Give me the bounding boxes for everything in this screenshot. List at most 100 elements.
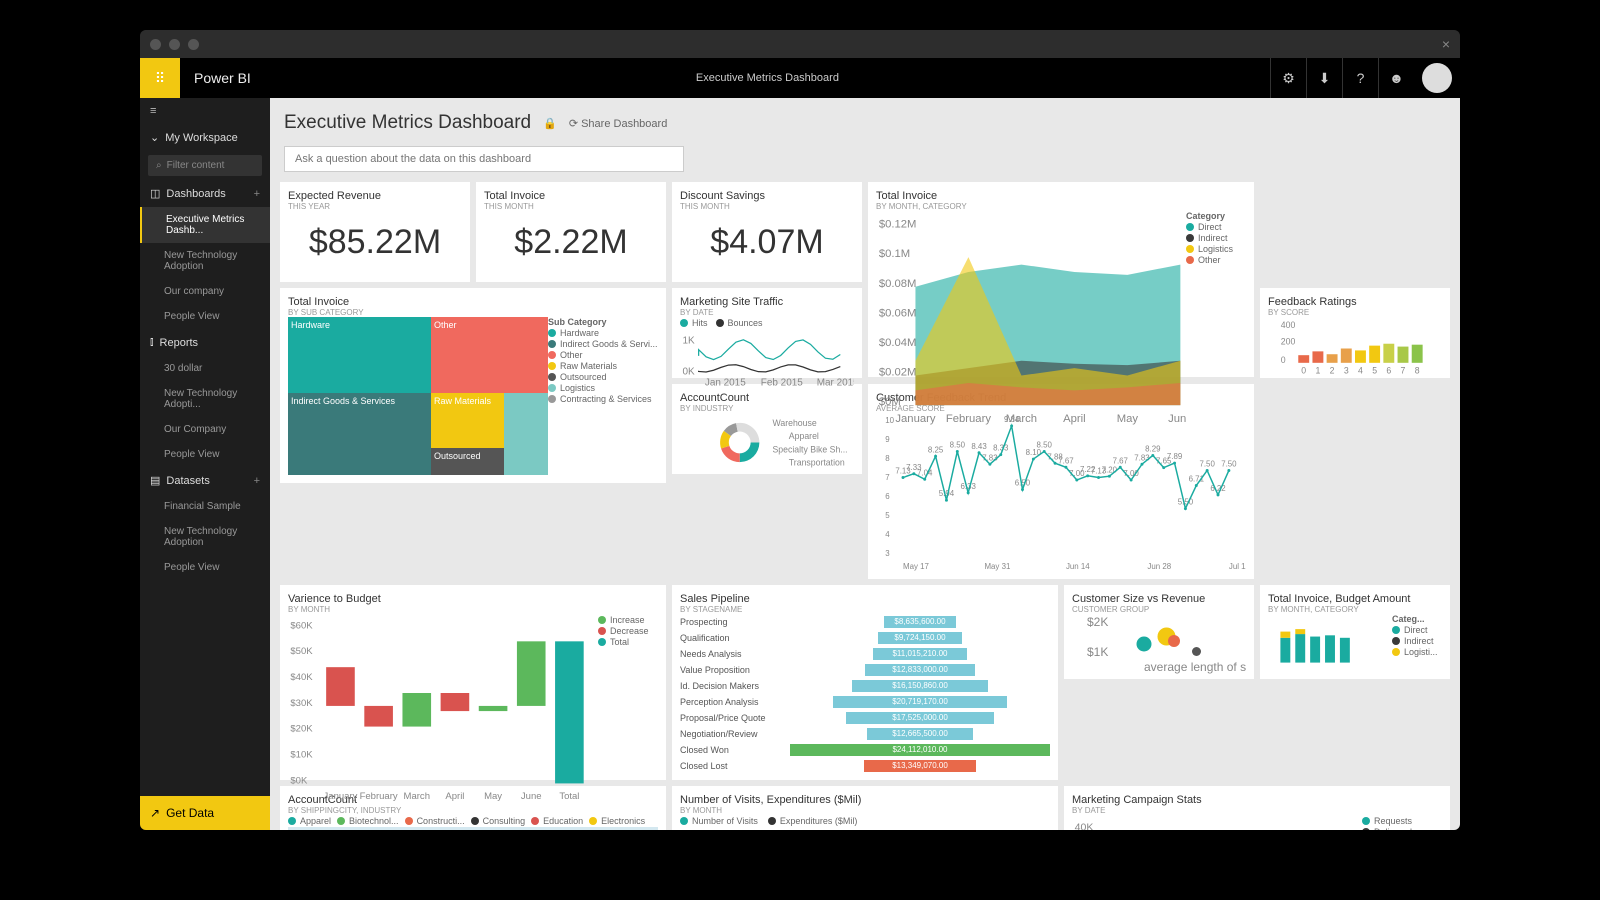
- svg-text:7: 7: [885, 473, 889, 482]
- close-icon[interactable]: ×: [1442, 36, 1450, 52]
- traffic-light[interactable]: [150, 39, 161, 50]
- svg-text:8.25: 8.25: [928, 445, 944, 454]
- filter-input[interactable]: ⌕Filter content: [148, 155, 262, 176]
- lock-icon: 🔒: [543, 117, 557, 130]
- map-chart: NORTHAMERICA EURO AFF AtlanticOcean ▶ bi…: [288, 827, 658, 830]
- tile-variance-budget[interactable]: Varience to Budget BY MONTH $0K$10K$20K$…: [280, 585, 666, 780]
- settings-icon[interactable]: ⚙: [1270, 58, 1306, 98]
- svg-text:7.50: 7.50: [1221, 460, 1237, 469]
- tile-account-donut[interactable]: AccountCount BY INDUSTRY WarehouseAppare…: [672, 384, 862, 474]
- add-icon[interactable]: +: [254, 475, 260, 487]
- tile-customer-size[interactable]: Customer Size vs Revenue CUSTOMER GROUP …: [1064, 585, 1254, 679]
- line-chart: 3456789107.137.337.048.255.948.506.338.4…: [876, 413, 1246, 571]
- svg-text:7: 7: [1401, 366, 1406, 376]
- get-data-button[interactable]: ↗ Get Data: [140, 796, 270, 830]
- tile-invoice-treemap[interactable]: Total Invoice BY SUB CATEGORY HardwareOt…: [280, 288, 666, 483]
- nav-toggle-icon[interactable]: ≡: [140, 98, 270, 124]
- traffic-light[interactable]: [188, 39, 199, 50]
- svg-text:6.22: 6.22: [1210, 484, 1225, 493]
- svg-text:$60K: $60K: [290, 620, 313, 631]
- add-icon[interactable]: +: [254, 188, 260, 200]
- sidebar-item-report[interactable]: 30 dollar: [140, 356, 270, 381]
- svg-text:8.29: 8.29: [1145, 444, 1161, 453]
- kpi-value: $4.07M: [710, 223, 823, 262]
- tile-visits-expenditures[interactable]: Number of Visits, Expenditures ($Mil) BY…: [672, 786, 1058, 830]
- sidebar-item-report[interactable]: Our Company: [140, 417, 270, 442]
- sidebar-item-dataset[interactable]: Financial Sample: [140, 494, 270, 519]
- svg-text:$10K: $10K: [290, 750, 313, 761]
- dashboards-section[interactable]: ◫ Dashboards+: [140, 180, 270, 207]
- sidebar-item-dashboard[interactable]: New Technology Adoption: [140, 243, 270, 279]
- svg-text:$0.1M: $0.1M: [879, 248, 910, 260]
- svg-text:3: 3: [1344, 366, 1349, 376]
- svg-text:Jan 2015: Jan 2015: [705, 378, 746, 389]
- svg-text:$30K: $30K: [290, 698, 313, 709]
- tile-invoice-budget[interactable]: Total Invoice, Budget Amount BY MONTH, C…: [1260, 585, 1450, 679]
- svg-text:May 17: May 17: [903, 562, 929, 571]
- bar-chart: [1268, 614, 1392, 674]
- line-chart: 1K0KJan 2015Feb 2015Mar 2015: [680, 329, 854, 389]
- svg-text:$40K: $40K: [290, 672, 313, 683]
- svg-text:$0.04M: $0.04M: [879, 337, 917, 349]
- datasets-section[interactable]: ▤ Datasets+: [140, 467, 270, 494]
- svg-text:9.84: 9.84: [1004, 415, 1020, 424]
- tile-site-traffic[interactable]: Marketing Site Traffic BY DATE HitsBounc…: [672, 288, 862, 378]
- svg-text:February: February: [360, 791, 398, 802]
- svg-text:March: March: [404, 791, 430, 802]
- svg-text:7.50: 7.50: [1199, 460, 1215, 469]
- sidebar-item-dashboard[interactable]: Our company: [140, 279, 270, 304]
- top-bar: ⠿ Power BI Executive Metrics Dashboard ⚙…: [140, 58, 1460, 98]
- download-icon[interactable]: ⬇: [1306, 58, 1342, 98]
- svg-text:400: 400: [1281, 320, 1296, 330]
- tile-sales-pipeline[interactable]: Sales Pipeline BY STAGENAME Prospecting$…: [672, 585, 1058, 780]
- svg-text:10: 10: [885, 416, 894, 425]
- area-chart: 0K10K20K30K40KMay 2015Jun 2015Jul 2015: [1072, 815, 1362, 830]
- svg-text:May 31: May 31: [984, 562, 1010, 571]
- svg-text:8: 8: [1415, 366, 1420, 376]
- legend: Sub Category HardwareIndirect Goods & Se…: [548, 317, 658, 475]
- app-logo-icon[interactable]: ⠿: [140, 58, 180, 98]
- tile-discount-savings[interactable]: Discount Savings THIS MONTH $4.07M: [672, 182, 862, 282]
- reports-section[interactable]: ⫾ Reports: [140, 329, 270, 356]
- sidebar-item-report[interactable]: People View: [140, 442, 270, 467]
- combo-chart: 0M0.2M0.4M0.6M0.8M$0K$0.5K$1K$1.5KFebrua…: [680, 827, 1050, 830]
- kpi-value: $85.22M: [309, 223, 441, 262]
- sidebar-item-report[interactable]: New Technology Adopti...: [140, 381, 270, 417]
- svg-text:6: 6: [885, 492, 890, 501]
- svg-text:$1K: $1K: [1087, 645, 1108, 659]
- sidebar-item-dataset[interactable]: New Technology Adoption: [140, 519, 270, 555]
- tile-total-invoice[interactable]: Total Invoice THIS MONTH $2.22M: [476, 182, 666, 282]
- svg-text:Specialty Bike Sh...: Specialty Bike Sh...: [772, 444, 847, 454]
- svg-text:3: 3: [885, 549, 890, 558]
- svg-text:0: 0: [1301, 366, 1306, 376]
- feedback-icon[interactable]: ☻: [1378, 58, 1414, 98]
- sidebar-item-dashboard[interactable]: People View: [140, 304, 270, 329]
- kpi-value: $2.22M: [514, 223, 627, 262]
- svg-text:9: 9: [885, 435, 890, 444]
- share-button[interactable]: ⟳ Share Dashboard: [569, 117, 668, 130]
- svg-text:June: June: [521, 791, 542, 802]
- tile-feedback-ratings[interactable]: Feedback Ratings BY SCORE 40020000123456…: [1260, 288, 1450, 378]
- tile-campaign-stats[interactable]: Marketing Campaign Stats BY DATE 0K10K20…: [1064, 786, 1450, 830]
- traffic-light[interactable]: [169, 39, 180, 50]
- svg-text:Apparel: Apparel: [789, 431, 819, 441]
- svg-text:1: 1: [1315, 366, 1320, 376]
- workspace-selector[interactable]: ⌄ My Workspace: [140, 124, 270, 151]
- svg-text:0K: 0K: [682, 367, 695, 378]
- help-icon[interactable]: ?: [1342, 58, 1378, 98]
- tile-expected-revenue[interactable]: Expected Revenue THIS YEAR $85.22M: [280, 182, 470, 282]
- tile-feedback-trend[interactable]: Customer Feedback Trend AVERAGE SCORE 34…: [868, 384, 1254, 579]
- app-name: Power BI: [180, 70, 265, 86]
- tile-invoice-by-category[interactable]: Total Invoice BY MONTH, CATEGORY $0M$0.0…: [868, 182, 1254, 377]
- dashboard-title: Executive Metrics Dashboard: [284, 112, 531, 134]
- user-avatar[interactable]: [1422, 63, 1452, 93]
- scatter-chart: $2K$1Kaverage length of stay: [1072, 614, 1246, 674]
- sidebar-item-dashboard[interactable]: Executive Metrics Dashb...: [140, 207, 270, 243]
- svg-text:40K: 40K: [1075, 822, 1094, 830]
- svg-text:Jun 14: Jun 14: [1066, 562, 1090, 571]
- svg-text:$0.12M: $0.12M: [879, 219, 917, 231]
- qna-input[interactable]: [284, 146, 684, 172]
- sidebar-item-dataset[interactable]: People View: [140, 555, 270, 580]
- svg-text:$0.02M: $0.02M: [879, 367, 917, 379]
- svg-text:$0.06M: $0.06M: [879, 307, 917, 319]
